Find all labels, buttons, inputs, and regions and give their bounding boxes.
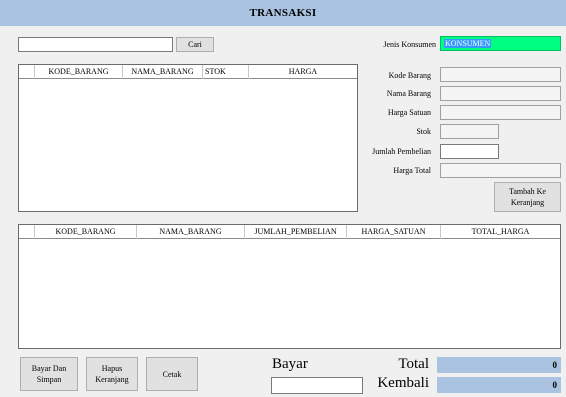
row-header-cell — [19, 225, 35, 239]
kode-barang-label: Kode Barang — [388, 71, 431, 80]
col-kode-barang[interactable]: KODE_BARANG — [35, 65, 123, 79]
kembali-label: Kembali — [377, 375, 429, 391]
harga-total-label: Harga Total — [393, 166, 431, 175]
bayar-input[interactable] — [271, 377, 363, 394]
harga-total-field[interactable] — [440, 163, 561, 178]
products-table[interactable]: KODE_BARANG NAMA_BARANG STOK HARGA — [18, 64, 358, 212]
cart-table-header: KODE_BARANG NAMA_BARANG JUMLAH_PEMBELIAN… — [19, 225, 560, 239]
col-harga-satuan[interactable]: HARGA_SATUAN — [347, 225, 441, 239]
print-button[interactable]: Cetak — [146, 357, 198, 391]
col-kode-barang[interactable]: KODE_BARANG — [35, 225, 137, 239]
total-label: Total — [398, 356, 429, 372]
col-jumlah-pembelian[interactable]: JUMLAH_PEMBELIAN — [245, 225, 347, 239]
cart-table[interactable]: KODE_BARANG NAMA_BARANG JUMLAH_PEMBELIAN… — [18, 224, 561, 349]
jumlah-pembelian-label: Jumlah Pembelian — [372, 147, 431, 156]
kode-barang-field[interactable] — [440, 67, 561, 82]
row-header-cell — [19, 65, 35, 79]
col-harga[interactable]: HARGA — [249, 65, 357, 79]
stok-field[interactable] — [440, 124, 499, 139]
col-total-harga[interactable]: TOTAL_HARGA — [441, 225, 560, 239]
kembali-value: 0 — [437, 377, 561, 393]
jumlah-pembelian-field[interactable] — [440, 144, 499, 159]
col-nama-barang[interactable]: NAMA_BARANG — [123, 65, 203, 79]
pay-and-save-button[interactable]: Bayar Dan Simpan — [20, 357, 78, 391]
harga-satuan-field[interactable] — [440, 105, 561, 120]
nama-barang-field[interactable] — [440, 86, 561, 101]
add-to-cart-button[interactable]: Tambah Ke Keranjang — [494, 182, 561, 212]
customer-type-value: KONSUMEN — [444, 39, 492, 48]
harga-satuan-label: Harga Satuan — [387, 108, 431, 117]
customer-type-field[interactable]: KONSUMEN — [440, 36, 561, 51]
nama-barang-label: Nama Barang — [386, 89, 431, 98]
clear-cart-button[interactable]: Hapus Keranjang — [86, 357, 138, 391]
window-title: TRANSAKSI — [0, 0, 566, 26]
stok-label: Stok — [416, 127, 431, 136]
search-input[interactable] — [18, 37, 173, 52]
col-stok[interactable]: STOK — [203, 65, 249, 79]
customer-type-label: Jenis Konsumen — [383, 40, 436, 49]
products-table-header: KODE_BARANG NAMA_BARANG STOK HARGA — [19, 65, 357, 79]
bayar-label: Bayar — [272, 356, 308, 372]
total-value: 0 — [437, 357, 561, 373]
search-button[interactable]: Cari — [176, 37, 214, 52]
col-nama-barang[interactable]: NAMA_BARANG — [137, 225, 245, 239]
